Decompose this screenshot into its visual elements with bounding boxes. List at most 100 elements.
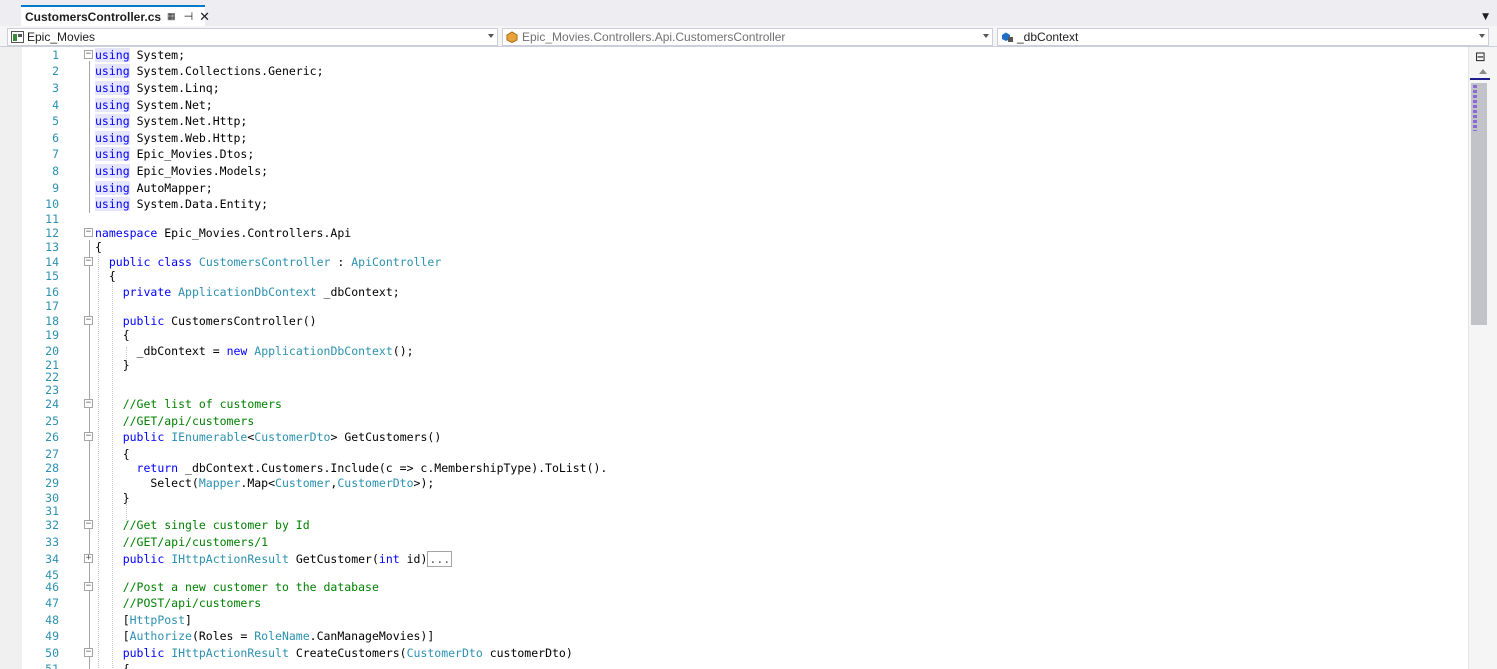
chevron-down-icon bbox=[983, 34, 989, 38]
line-number: 51 bbox=[45, 662, 59, 669]
project-dropdown[interactable]: Epic_Movies bbox=[7, 28, 498, 46]
code-line[interactable]: 4 using System.Net; bbox=[22, 97, 1462, 113]
code-text: public IHttpActionResult GetCustomer(int… bbox=[122, 551, 453, 567]
member-dropdown[interactable]: _dbContext bbox=[997, 28, 1489, 46]
code-text: //GET/api/customers bbox=[122, 414, 255, 428]
code-line[interactable]: 9 using AutoMapper; bbox=[22, 180, 1462, 196]
collapse-outline-icon[interactable]: − bbox=[84, 648, 93, 657]
code-text: using System.Data.Entity; bbox=[95, 197, 269, 211]
collapse-outline-icon[interactable]: − bbox=[84, 50, 93, 59]
code-text: //Get single customer by Id bbox=[122, 518, 310, 532]
line-number: 34 bbox=[45, 552, 59, 566]
line-number: 50 bbox=[45, 646, 59, 660]
code-line[interactable]: 8 using Epic_Movies.Models; bbox=[22, 163, 1462, 179]
pin-tab-icon[interactable]: ⊣ bbox=[184, 10, 194, 23]
code-text: using AutoMapper; bbox=[95, 181, 213, 195]
document-tab-customers-controller[interactable]: CustomersController.cs ▦ ⊣ ✕ bbox=[21, 5, 210, 26]
code-text: //Get list of customers bbox=[122, 397, 282, 411]
close-tab-icon[interactable]: ✕ bbox=[199, 9, 210, 25]
code-line[interactable]: 34 + public IHttpActionResult GetCustomer… bbox=[22, 551, 1462, 567]
csharp-project-icon bbox=[11, 31, 24, 43]
line-number: 5 bbox=[52, 114, 59, 128]
code-text: using System.Linq; bbox=[95, 81, 220, 95]
type-scope-dropdown[interactable]: Epic_Movies.Controllers.Api.CustomersCon… bbox=[502, 28, 993, 46]
code-line[interactable]: 10 using System.Data.Entity; bbox=[22, 196, 1462, 212]
code-line[interactable]: 48 [HttpPost] bbox=[22, 612, 1462, 628]
code-text: public IHttpActionResult CreateCustomers… bbox=[122, 646, 573, 660]
type-scope-name: Epic_Movies.Controllers.Api.CustomersCon… bbox=[522, 30, 786, 44]
collapse-outline-icon[interactable]: − bbox=[84, 257, 93, 266]
line-number: 9 bbox=[52, 181, 59, 195]
code-text: public IEnumerable<CustomerDto> GetCusto… bbox=[122, 430, 442, 444]
line-number: 24 bbox=[45, 397, 59, 411]
line-number: 28 bbox=[45, 461, 59, 475]
code-editor[interactable]: 1− using System; 2 using System.Collections… bbox=[0, 47, 1468, 669]
document-tab-strip: CustomersController.cs ▦ ⊣ ✕ ▼ bbox=[0, 0, 1497, 26]
code-line[interactable]: 32 − //Get single customer by Id bbox=[22, 517, 1462, 533]
line-number: 10 bbox=[45, 197, 59, 211]
code-text: [HttpPost] bbox=[95, 613, 192, 627]
code-text: return _dbContext.Customers.Include(c =>… bbox=[136, 461, 608, 475]
line-number: 46 bbox=[45, 580, 59, 594]
line-number: 29 bbox=[45, 476, 59, 490]
code-line[interactable]: 46 − //Post a new customer to the databas… bbox=[22, 579, 1462, 595]
code-line[interactable]: 33 //GET/api/customers/1 bbox=[22, 534, 1462, 550]
code-text: { bbox=[95, 328, 130, 342]
code-line[interactable]: 24 − //Get list of customers bbox=[22, 396, 1462, 412]
code-line[interactable]: 6 using System.Web.Http; bbox=[22, 130, 1462, 146]
expand-outline-icon[interactable]: + bbox=[84, 554, 93, 563]
line-number: 19 bbox=[45, 328, 59, 342]
code-text: //GET/api/customers/1 bbox=[122, 535, 269, 549]
code-line[interactable]: 25 //GET/api/customers bbox=[22, 413, 1462, 429]
code-text: using System.Net; bbox=[95, 98, 213, 112]
code-line[interactable]: 15 { bbox=[22, 268, 1462, 284]
split-window-icon[interactable]: ⊟ bbox=[1475, 50, 1486, 65]
code-line[interactable]: 47 //POST/api/customers bbox=[22, 595, 1462, 611]
code-line[interactable]: 17 bbox=[22, 298, 1462, 314]
code-line[interactable]: 2 using System.Collections.Generic; bbox=[22, 63, 1462, 79]
code-line[interactable]: 3 using System.Linq; bbox=[22, 80, 1462, 96]
code-line[interactable]: 1 − using System; bbox=[22, 47, 1462, 63]
code-text: { bbox=[95, 240, 102, 254]
indicator-margin bbox=[0, 47, 22, 669]
scroll-caret-position-marker bbox=[1470, 78, 1490, 80]
code-text: using Epic_Movies.Dtos; bbox=[95, 147, 255, 161]
vertical-scrollbar[interactable]: ⊟ bbox=[1468, 47, 1497, 669]
line-number: 2 bbox=[52, 64, 59, 78]
code-text: using System.Collections.Generic; bbox=[95, 64, 324, 78]
code-text: using Epic_Movies.Models; bbox=[95, 164, 269, 178]
collapse-outline-icon[interactable]: − bbox=[84, 582, 93, 591]
code-line[interactable]: 50 − public IHttpActionResult CreateCusto… bbox=[22, 645, 1462, 661]
code-line[interactable]: 19 { bbox=[22, 327, 1462, 343]
collapse-outline-icon[interactable]: − bbox=[84, 432, 93, 441]
collapsed-region-marker[interactable]: ... bbox=[427, 551, 453, 567]
collapse-outline-icon[interactable]: − bbox=[84, 399, 93, 408]
collapse-outline-icon[interactable]: − bbox=[84, 520, 93, 529]
code-line[interactable]: 51 { bbox=[22, 661, 1462, 669]
line-number: 4 bbox=[52, 98, 59, 112]
line-number: 7 bbox=[52, 147, 59, 161]
line-number: 47 bbox=[45, 596, 59, 610]
tab-overflow-chevron-icon[interactable]: ▼ bbox=[1482, 12, 1489, 22]
code-text: //POST/api/customers bbox=[122, 596, 262, 610]
scroll-up-arrow-icon[interactable] bbox=[1479, 69, 1487, 74]
class-icon bbox=[506, 31, 518, 43]
code-line[interactable]: 5 using System.Net.Http; bbox=[22, 113, 1462, 129]
code-line[interactable]: 13 { bbox=[22, 239, 1462, 255]
line-number: 25 bbox=[45, 414, 59, 428]
code-line[interactable]: 7 using Epic_Movies.Dtos; bbox=[22, 146, 1462, 162]
code-line[interactable]: 26 − public IEnumerable<CustomerDto> GetC… bbox=[22, 429, 1462, 445]
line-number: 26 bbox=[45, 430, 59, 444]
code-line[interactable]: 49 [Authorize(Roles = RoleName.CanManage… bbox=[22, 628, 1462, 644]
chevron-down-icon bbox=[1479, 34, 1485, 38]
code-line[interactable]: 28 return _dbContext.Customers.Include(c… bbox=[22, 460, 1462, 476]
code-text: using System.Net.Http; bbox=[95, 114, 248, 128]
collapse-outline-icon[interactable]: − bbox=[84, 228, 93, 237]
line-number: 13 bbox=[45, 240, 59, 254]
private-field-icon bbox=[1002, 32, 1013, 42]
collapse-outline-icon[interactable]: − bbox=[84, 316, 93, 325]
tab-dropdown-icon[interactable]: ▦ bbox=[167, 11, 176, 22]
line-number: 3 bbox=[52, 81, 59, 95]
line-number: 17 bbox=[45, 299, 59, 313]
code-line[interactable]: 29 Select(Mapper.Map<Customer,CustomerDt… bbox=[22, 475, 1462, 491]
